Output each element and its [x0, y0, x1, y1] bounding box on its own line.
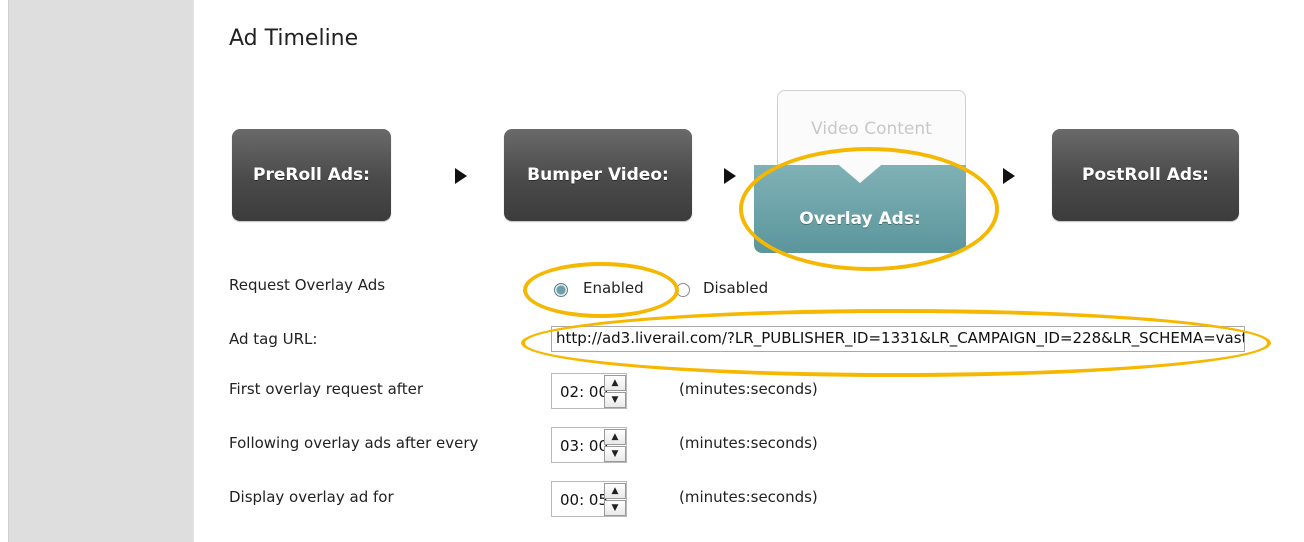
stepper-up-icon[interactable]: ▲ [604, 483, 626, 499]
first-overlay-unit-label: (minutes:seconds) [679, 380, 818, 398]
request-overlay-ads-label: Request Overlay Ads [229, 276, 386, 294]
following-overlay-ads-stepper[interactable]: 03: 00 ▲ ▼ [551, 427, 627, 463]
disabled-radio-label[interactable]: Disabled [703, 279, 768, 297]
play-arrow-icon [724, 168, 736, 184]
postroll-ads-tile[interactable]: PostRoll Ads: [1052, 129, 1239, 221]
display-overlay-ad-label: Display overlay ad for [229, 488, 394, 506]
first-overlay-request-stepper[interactable]: 02: 00 ▲ ▼ [551, 373, 627, 409]
bumper-video-tile[interactable]: Bumper Video: [504, 129, 692, 221]
following-overlay-ads-value[interactable]: 03: 00 [560, 437, 608, 455]
enabled-radio-label[interactable]: Enabled [583, 279, 644, 297]
enabled-radio[interactable] [554, 283, 568, 297]
following-overlay-unit-label: (minutes:seconds) [679, 434, 818, 452]
play-arrow-icon [455, 168, 467, 184]
following-overlay-ads-label: Following overlay ads after every [229, 434, 479, 452]
stepper-down-icon[interactable]: ▼ [604, 392, 626, 408]
display-overlay-ad-value[interactable]: 00: 05 [560, 491, 608, 509]
stepper-down-icon[interactable]: ▼ [604, 446, 626, 462]
preroll-ads-label: PreRoll Ads: [253, 165, 370, 185]
bumper-video-label: Bumper Video: [527, 165, 669, 185]
display-overlay-ad-stepper[interactable]: 00: 05 ▲ ▼ [551, 481, 627, 517]
first-overlay-request-label: First overlay request after [229, 380, 424, 398]
preroll-ads-tile[interactable]: PreRoll Ads: [232, 129, 391, 221]
video-content-label: Video Content [811, 119, 932, 139]
overlay-ads-label: Overlay Ads: [799, 209, 921, 229]
content-divider [193, 0, 194, 542]
display-overlay-unit-label: (minutes:seconds) [679, 488, 818, 506]
page-title: Ad Timeline [229, 26, 359, 51]
stepper-up-icon[interactable]: ▲ [604, 375, 626, 391]
stepper-down-icon[interactable]: ▼ [604, 500, 626, 516]
ad-tag-url-label: Ad tag URL: [229, 330, 318, 348]
play-arrow-icon [1003, 168, 1015, 184]
first-overlay-request-value[interactable]: 02: 00 [560, 383, 608, 401]
disabled-radio[interactable] [676, 283, 690, 297]
postroll-ads-label: PostRoll Ads: [1082, 165, 1209, 185]
stepper-up-icon[interactable]: ▲ [604, 429, 626, 445]
left-sidebar [0, 0, 193, 542]
ad-tag-url-input[interactable]: http://ad3.liverail.com/?LR_PUBLISHER_ID… [551, 326, 1245, 352]
